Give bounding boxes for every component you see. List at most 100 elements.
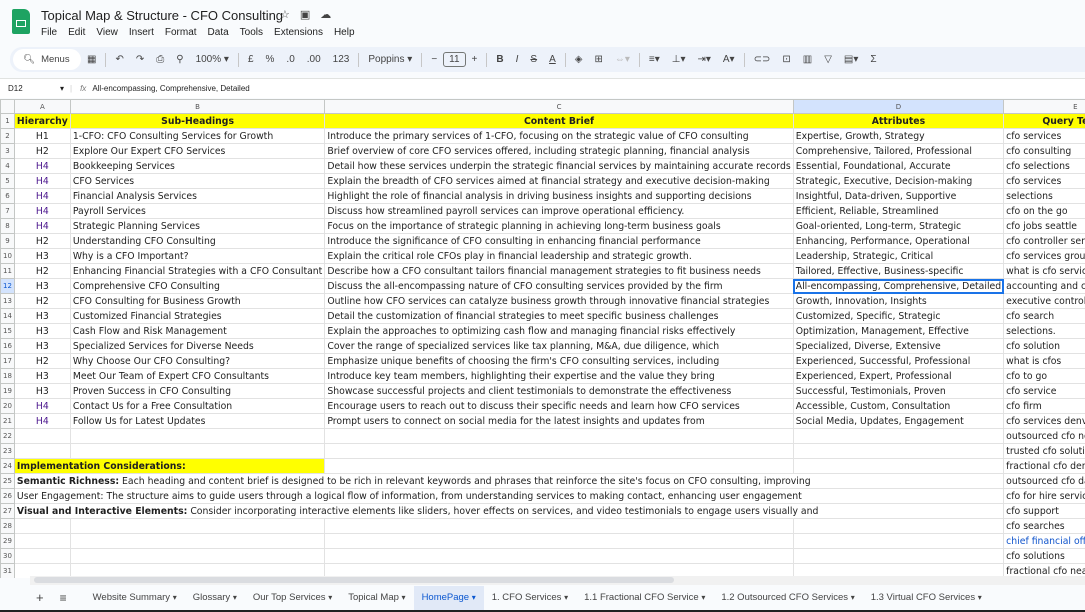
menu-tools[interactable]: Tools (240, 27, 263, 38)
cell[interactable]: cfo solution (1003, 338, 1085, 354)
text-wrapping-icon[interactable]: ⇥▾ (691, 54, 716, 65)
cell[interactable]: cfo controller services (1003, 233, 1085, 249)
cell[interactable]: Specialized Services for Diverse Needs (69, 338, 326, 354)
menu-help[interactable]: Help (334, 27, 355, 38)
cell[interactable] (324, 428, 794, 444)
cell[interactable]: chief financial officer services (1003, 533, 1085, 549)
cell[interactable] (792, 548, 1005, 564)
column-header-d[interactable]: D (792, 99, 1005, 114)
text-color-icon[interactable]: A (543, 54, 562, 65)
row-number[interactable]: 26 (0, 488, 15, 504)
cell[interactable]: H4 (13, 158, 71, 174)
cell[interactable] (69, 548, 326, 564)
cell[interactable]: H3 (13, 368, 71, 384)
row-number[interactable]: 25 (0, 473, 15, 489)
name-box[interactable]: D12 ▾ (0, 84, 70, 93)
cell[interactable] (792, 458, 1005, 474)
text-rotation-icon[interactable]: A▾ (717, 54, 741, 65)
menu-edit[interactable]: Edit (68, 27, 85, 38)
cell[interactable]: Introduce the primary services of 1-CFO,… (324, 128, 794, 144)
cell[interactable] (69, 533, 326, 549)
cell[interactable]: Outline how CFO services can catalyze bu… (324, 293, 794, 309)
sheets-logo-icon[interactable] (12, 9, 30, 34)
cell[interactable]: Showcase successful projects and client … (324, 383, 794, 399)
scrollbar-thumb[interactable] (34, 577, 674, 583)
cell[interactable]: Financial Analysis Services (69, 188, 326, 204)
header-cell[interactable]: Content Brief (324, 113, 794, 129)
cell[interactable] (13, 518, 71, 534)
cell[interactable]: H4 (13, 218, 71, 234)
header-cell[interactable]: Attributes (792, 113, 1005, 129)
paint-format-icon[interactable]: ⚲ (170, 54, 189, 65)
cell[interactable]: Describe how a CFO consultant tailors fi… (324, 263, 794, 279)
cell[interactable]: Contact Us for a Free Consultation (69, 398, 326, 414)
cell[interactable]: Accessible, Custom, Consultation (792, 398, 1005, 414)
cell[interactable]: H3 (13, 383, 71, 399)
cell[interactable]: accounting and cfo services (1003, 278, 1085, 294)
row-number[interactable]: 21 (0, 413, 15, 429)
calendar-icon[interactable]: ▦ (81, 54, 102, 65)
cell[interactable]: selections (1003, 188, 1085, 204)
currency-button[interactable]: £ (242, 54, 260, 65)
header-cell[interactable]: Hierarchy (13, 113, 71, 129)
cell[interactable]: cfo solutions (1003, 548, 1085, 564)
cell[interactable] (69, 443, 326, 459)
cell[interactable]: Encourage users to reach out to discuss … (324, 398, 794, 414)
cell[interactable]: Detail how these services underpin the s… (324, 158, 794, 174)
cell[interactable]: Essential, Foundational, Accurate (792, 158, 1005, 174)
borders-icon[interactable]: ⊞ (588, 54, 608, 65)
cell[interactable]: Prompt users to connect on social media … (324, 413, 794, 429)
redo-icon[interactable]: ↷ (130, 54, 150, 65)
cell[interactable]: Customized Financial Strategies (69, 308, 326, 324)
cell[interactable]: Introduce key team members, highlighting… (324, 368, 794, 384)
cell[interactable]: executive controller (1003, 293, 1085, 309)
more-formats-button[interactable]: 123 (327, 54, 356, 65)
move-folder-icon[interactable]: ▣ (300, 8, 310, 21)
cell[interactable]: cfo services (1003, 128, 1085, 144)
functions-icon[interactable]: Σ (864, 54, 882, 65)
row-number[interactable]: 27 (0, 503, 15, 519)
row-number[interactable]: 9 (0, 233, 15, 249)
cell[interactable]: what is cfo services (1003, 263, 1085, 279)
strikethrough-icon[interactable]: S (524, 54, 543, 65)
menu-insert[interactable]: Insert (129, 27, 154, 38)
cell[interactable] (69, 428, 326, 444)
cell[interactable]: H2 (13, 143, 71, 159)
cell[interactable]: Focus on the importance of strategic pla… (324, 218, 794, 234)
cell[interactable]: Proven Success in CFO Consulting (69, 383, 326, 399)
cell[interactable] (324, 518, 794, 534)
row-number[interactable]: 10 (0, 248, 15, 264)
cell[interactable]: Leadership, Strategic, Critical (792, 248, 1005, 264)
cell[interactable]: Highlight the role of financial analysis… (324, 188, 794, 204)
column-header-c[interactable]: C (324, 99, 794, 114)
cell[interactable]: H3 (13, 308, 71, 324)
header-cell[interactable]: Sub-Headings (69, 113, 326, 129)
cell[interactable]: Bookkeeping Services (69, 158, 326, 174)
row-number[interactable]: 13 (0, 293, 15, 309)
cell[interactable]: Payroll Services (69, 203, 326, 219)
cell[interactable]: outsourced cfo dallas (1003, 473, 1085, 489)
cloud-status-icon[interactable]: ☁ (320, 8, 331, 21)
cell[interactable]: H4 (13, 203, 71, 219)
spreadsheet-grid[interactable]: ABCDEFG1HierarchySub-HeadingsContent Bri… (0, 99, 1085, 578)
menu-search[interactable]: 🔍︎ Menus (13, 49, 81, 70)
cell[interactable]: Explain the approaches to optimizing cas… (324, 323, 794, 339)
cell[interactable]: cfo selections (1003, 158, 1085, 174)
cell[interactable]: CFO Services (69, 173, 326, 189)
sheet-tab[interactable]: Website Summary ▾ (85, 586, 185, 610)
cell[interactable]: Cash Flow and Risk Management (69, 323, 326, 339)
menu-data[interactable]: Data (208, 27, 229, 38)
cell[interactable]: Successful, Testimonials, Proven (792, 383, 1005, 399)
cell[interactable]: Expertise, Growth, Strategy (792, 128, 1005, 144)
column-header-b[interactable]: B (69, 99, 326, 114)
row-number[interactable]: 11 (0, 263, 15, 279)
cell[interactable]: H3 (13, 323, 71, 339)
cell[interactable] (69, 518, 326, 534)
cell[interactable]: Enhancing, Performance, Operational (792, 233, 1005, 249)
cell[interactable]: selections. (1003, 323, 1085, 339)
row-number[interactable]: 24 (0, 458, 15, 474)
cell[interactable]: cfo firm (1003, 398, 1085, 414)
sheet-tab[interactable]: 1. CFO Services ▾ (484, 586, 576, 610)
cell[interactable]: H2 (13, 293, 71, 309)
cell[interactable]: what is cfos (1003, 353, 1085, 369)
